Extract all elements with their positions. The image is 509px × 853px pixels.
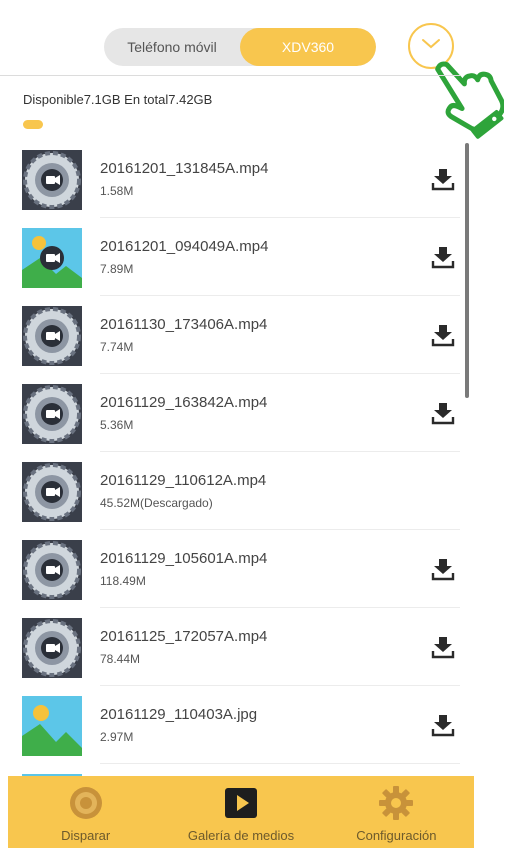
tab-telefono-movil[interactable]: Teléfono móvil xyxy=(104,28,240,66)
file-size: 118.49M xyxy=(100,574,146,588)
chevron-down-icon xyxy=(422,39,440,49)
download-icon xyxy=(431,169,455,191)
file-name: 20161130_173406A.mp4 xyxy=(100,316,268,333)
download-icon xyxy=(431,559,455,581)
download-button[interactable] xyxy=(430,712,456,738)
file-size: 45.52M(Descargado) xyxy=(100,496,213,510)
file-size: 5.36M xyxy=(100,418,134,432)
download-button[interactable] xyxy=(430,322,456,348)
list-item[interactable]: 20161201_094049A.mp4 7.89M xyxy=(0,218,470,296)
file-size: 7.74M xyxy=(100,340,134,354)
video-thumbnail[interactable] xyxy=(22,306,82,366)
nav-label-configuracion: Configuración xyxy=(356,828,437,843)
file-name: 20161129_163842A.mp4 xyxy=(100,394,268,411)
play-icon xyxy=(224,788,257,818)
nav-item-disparar[interactable]: Disparar xyxy=(8,776,163,848)
file-size: 1.58M xyxy=(100,184,134,198)
scrollbar[interactable] xyxy=(465,143,469,398)
list-item[interactable]: 20161130_173406A.mp4 7.74M xyxy=(0,296,470,374)
file-name: 20161129_105601A.mp4 xyxy=(100,550,268,567)
nav-item-galeria[interactable]: Galería de medios xyxy=(163,776,318,848)
list-item[interactable]: 20161125_172057A.mp4 78.44M xyxy=(0,608,470,686)
video-thumbnail[interactable] xyxy=(22,228,82,288)
nav-item-configuracion[interactable]: Configuración xyxy=(319,776,474,848)
video-thumbnail[interactable] xyxy=(22,618,82,678)
list-item[interactable]: 20161129_110612A.mp4 45.52M(Descargado) xyxy=(0,452,470,530)
list-item[interactable]: 20161129_105601A.mp4 118.49M xyxy=(0,530,470,608)
camera-lens-icon xyxy=(69,787,102,819)
video-thumbnail[interactable] xyxy=(22,462,82,522)
download-button[interactable] xyxy=(430,634,456,660)
file-name: 20161129_110403A.jpg xyxy=(100,706,258,723)
download-icon xyxy=(431,715,455,737)
download-button[interactable] xyxy=(430,400,456,426)
video-thumbnail[interactable] xyxy=(22,150,82,210)
list-item-partial[interactable] xyxy=(0,764,470,776)
nav-label-disparar: Disparar xyxy=(61,828,111,843)
gear-icon xyxy=(379,786,414,820)
list-item[interactable]: 20161129_110403A.jpg 2.97M xyxy=(0,686,470,764)
file-name: 20161201_131845A.mp4 xyxy=(100,160,269,177)
nav-label-galeria: Galería de medios xyxy=(187,828,295,843)
download-icon xyxy=(431,403,455,425)
media-list[interactable]: 20161201_131845A.mp4 1.58M 20161201_094049… xyxy=(0,140,470,776)
video-thumbnail[interactable] xyxy=(22,384,82,444)
storage-info: Disponible7.1GB En total7.42GB xyxy=(23,92,213,107)
download-icon xyxy=(431,637,455,659)
storage-usage-bar xyxy=(23,120,43,129)
download-button[interactable] xyxy=(430,244,456,270)
file-size: 2.97M xyxy=(100,730,134,744)
header-divider xyxy=(0,75,460,76)
file-size: 7.89M xyxy=(100,262,134,276)
file-size: 78.44M xyxy=(100,652,141,666)
image-thumbnail[interactable] xyxy=(22,696,82,756)
bottom-nav: Disparar Galería de medios Configuración xyxy=(8,776,474,848)
source-toggle: Teléfono móvil XDV360 xyxy=(104,28,376,66)
download-icon xyxy=(431,325,455,347)
pointing-hand-icon xyxy=(435,61,504,139)
list-item[interactable]: 20161129_163842A.mp4 5.36M xyxy=(0,374,470,452)
download-icon xyxy=(431,247,455,269)
download-button[interactable] xyxy=(430,166,456,192)
file-name: 20161201_094049A.mp4 xyxy=(100,238,269,255)
list-item[interactable]: 20161201_131845A.mp4 1.58M xyxy=(0,140,470,218)
file-name: 20161129_110612A.mp4 xyxy=(100,472,267,489)
file-name: 20161125_172057A.mp4 xyxy=(100,628,268,645)
tab-xdv360[interactable]: XDV360 xyxy=(240,28,376,66)
download-button[interactable] xyxy=(430,556,456,582)
video-thumbnail[interactable] xyxy=(22,540,82,600)
